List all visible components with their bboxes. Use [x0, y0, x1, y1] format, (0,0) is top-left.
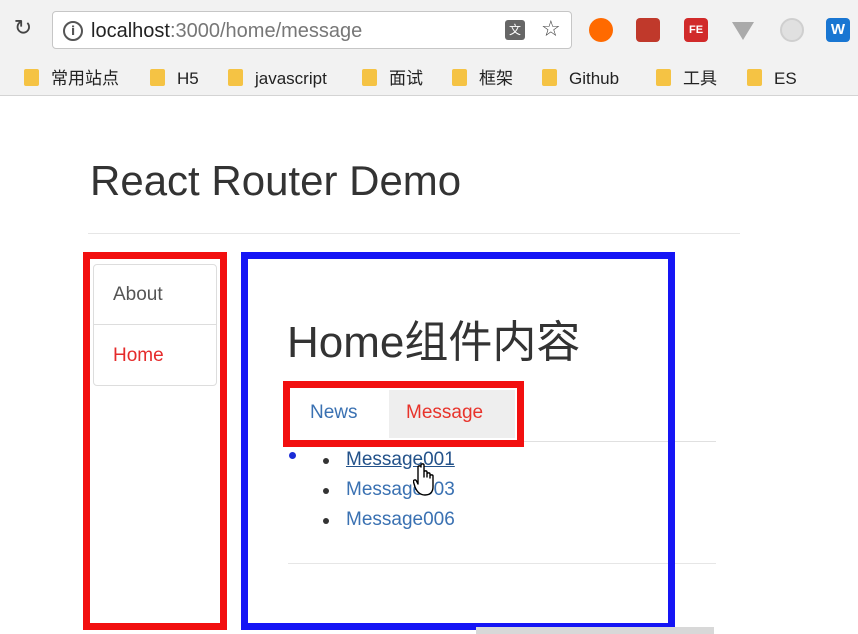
folder-icon	[24, 69, 39, 87]
bookmark-label: javascript	[255, 69, 327, 88]
translate-icon[interactable]: 文	[505, 20, 525, 40]
bookmark-item[interactable]: 常用站点	[24, 68, 119, 90]
bookmark-label: Github	[569, 69, 620, 88]
folder-icon	[452, 69, 467, 87]
bookmarks-bar: 常用站点 H5 javascript 面试 框架 Github 工具 ES	[0, 62, 858, 96]
url-text[interactable]: localhost:3000/home/message	[91, 20, 362, 42]
bookmark-item[interactable]: javascript	[228, 68, 327, 90]
url-host: localhost	[91, 20, 170, 42]
bookmark-label: 常用站点	[51, 69, 119, 88]
annotation-frame-tabs	[283, 381, 524, 447]
bookmark-item[interactable]: H5	[150, 68, 199, 90]
bottom-overlay-strip	[476, 627, 714, 634]
url-path: :3000/home/message	[169, 20, 363, 42]
bookmark-label: 框架	[479, 69, 513, 88]
info-icon[interactable]: i	[63, 21, 83, 41]
folder-icon	[228, 69, 243, 87]
page-title: React Router Demo	[90, 157, 462, 204]
folder-icon	[362, 69, 377, 87]
extension-paw-icon[interactable]	[636, 18, 660, 42]
divider	[88, 233, 740, 234]
bookmark-label: 面试	[389, 69, 423, 88]
bookmark-item[interactable]: ES	[747, 68, 797, 90]
extension-w-icon[interactable]: W	[826, 18, 850, 42]
bookmark-label: 工具	[683, 69, 717, 88]
folder-icon	[150, 69, 165, 87]
bookmark-label: ES	[774, 69, 797, 88]
bookmark-item[interactable]: 面试	[362, 68, 423, 90]
bookmark-star-icon[interactable]: ☆	[541, 17, 561, 42]
bookmark-item[interactable]: 框架	[452, 68, 513, 90]
annotation-frame-nav	[83, 252, 227, 630]
browser-toolbar: ↻ i localhost:3000/home/message 文 ☆ FE W	[0, 0, 858, 62]
bookmark-label: H5	[177, 69, 199, 88]
folder-icon	[656, 69, 671, 87]
folder-icon	[747, 69, 762, 87]
reload-icon[interactable]: ↻	[10, 16, 36, 42]
extension-circle-icon[interactable]	[780, 18, 804, 42]
address-bar[interactable]: i localhost:3000/home/message 文 ☆	[52, 11, 572, 49]
folder-icon	[542, 69, 557, 87]
extension-infinity-icon[interactable]	[589, 18, 613, 42]
extension-fe-icon[interactable]: FE	[684, 18, 708, 42]
bookmark-item[interactable]: 工具	[656, 68, 717, 90]
bookmark-item[interactable]: Github	[542, 68, 619, 90]
extension-vue-icon[interactable]	[732, 22, 754, 40]
